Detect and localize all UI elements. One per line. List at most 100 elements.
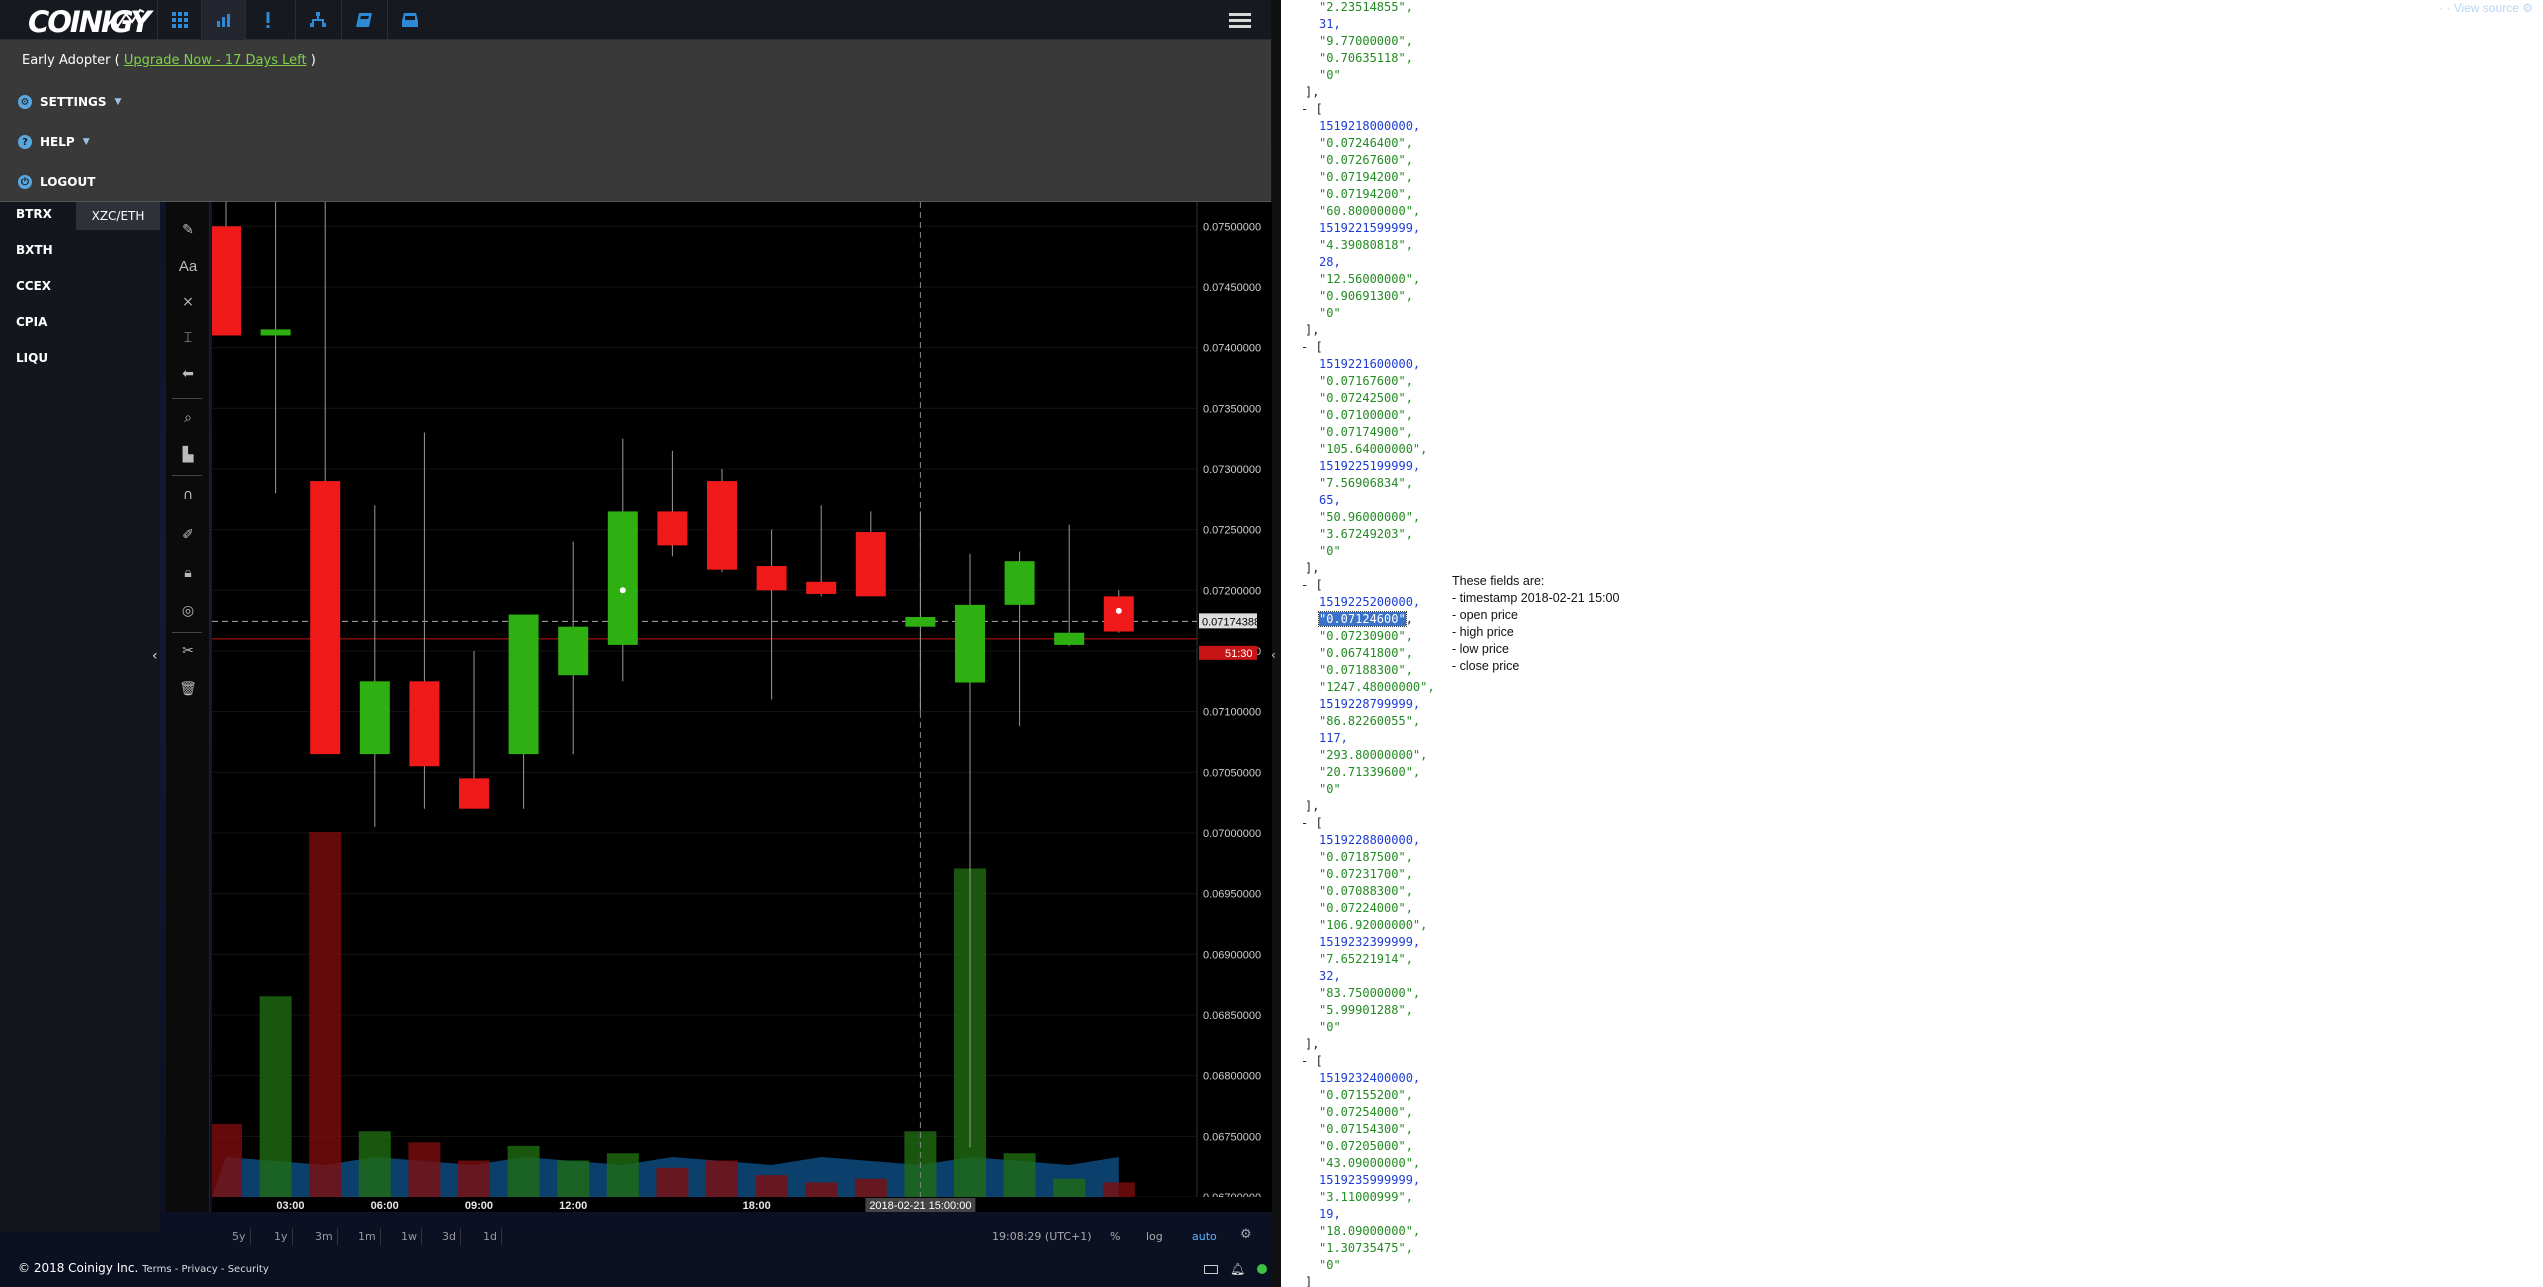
exchange-item[interactable]: BTRX	[16, 207, 52, 221]
privacy-link[interactable]: Privacy	[182, 1264, 218, 1275]
timeframe-1d[interactable]: 1d	[479, 1228, 502, 1245]
footer: © 2018 Coinigy Inc. Terms - Privacy - Se…	[18, 1261, 269, 1275]
settings-menu[interactable]: ⚙ SETTINGS ▼	[18, 95, 121, 109]
timeframe-3d[interactable]: 3d	[438, 1228, 461, 1245]
json-value: "0.07230900",	[1319, 629, 1413, 643]
zoom-icon[interactable]: ⌕	[166, 405, 210, 431]
json-value: 1519228800000,	[1319, 833, 1421, 847]
timeframe-1y[interactable]: 1y	[270, 1228, 293, 1245]
json-value: "0.70635118",	[1319, 51, 1413, 65]
settings-gear-icon[interactable]: ⚙	[1240, 1227, 1252, 1242]
json-array-open[interactable]: - [	[1301, 101, 1323, 118]
eye-icon[interactable]: ◎	[166, 598, 210, 624]
account-suffix: )	[310, 53, 316, 68]
candle-body	[459, 778, 489, 809]
view-source-link[interactable]: · · View source ⚙	[2439, 0, 2533, 17]
inbox-icon[interactable]	[387, 0, 431, 40]
back-arrow-icon[interactable]: ⬅	[166, 361, 210, 387]
view-source-label[interactable]: View source	[2454, 1, 2519, 15]
timeframe-1m[interactable]: 1m	[354, 1228, 381, 1245]
measure-tool-icon[interactable]: ⌶	[166, 325, 210, 351]
volume-bar	[606, 1153, 639, 1197]
keyboard-icon[interactable]	[1204, 1264, 1218, 1274]
json-value: "0.07187500",	[1319, 850, 1413, 864]
y-tick-label: 0.07250000	[1203, 525, 1261, 537]
json-array-open[interactable]: - [	[1301, 577, 1323, 594]
json-value: "5.99901288",	[1319, 1003, 1413, 1017]
candle-body	[1004, 561, 1035, 605]
timeframe-1w[interactable]: 1w	[397, 1228, 422, 1245]
json-value: 1519221599999,	[1319, 221, 1421, 235]
json-value: "0.07100000",	[1319, 408, 1413, 422]
lock-icon[interactable]: 🔒︎	[166, 560, 210, 586]
exchange-item[interactable]: CPIA	[16, 315, 47, 329]
json-value: "0.90691300",	[1319, 289, 1413, 303]
json-value: "20.71339600",	[1319, 765, 1421, 779]
candle-body	[359, 681, 390, 755]
y-tick-label: 0.06800000	[1203, 1071, 1261, 1083]
json-value: 117,	[1319, 731, 1348, 745]
json-array-open[interactable]: - [	[1301, 815, 1323, 832]
hamburger-menu-icon[interactable]	[1229, 10, 1251, 30]
tooltip-line: - open price	[1452, 608, 1519, 622]
candle-marker	[619, 587, 626, 594]
json-value: "0.07194200",	[1319, 170, 1413, 184]
text-tool-icon[interactable]: Aa	[166, 253, 210, 279]
terms-link[interactable]: Terms	[142, 1264, 171, 1275]
json-array-open[interactable]: - [	[1301, 1053, 1323, 1070]
selected-value[interactable]: "0.07124600"	[1318, 611, 1407, 627]
json-value: "0.07167600",	[1319, 374, 1413, 388]
toolbar-divider	[172, 475, 202, 476]
trash-icon[interactable]: 🗑︎	[166, 676, 210, 702]
json-value: "0.07267600",	[1319, 153, 1413, 167]
auto-toggle[interactable]: auto	[1192, 1230, 1217, 1243]
y-tick-label: 0.07000000	[1203, 828, 1261, 840]
timeframe-5y[interactable]: 5y	[228, 1228, 251, 1245]
json-value: 19,	[1319, 1207, 1341, 1221]
network-icon[interactable]	[295, 0, 339, 40]
json-value: "106.92000000",	[1319, 918, 1428, 932]
collapse-sidebar-icon[interactable]: ‹	[152, 648, 158, 664]
x-tick-label: 12:00	[559, 1200, 587, 1212]
grid-icon[interactable]	[157, 0, 201, 40]
pane-divider-arrow-icon[interactable]: ‹	[1271, 648, 1276, 662]
help-icon: ?	[18, 135, 32, 149]
json-array-open[interactable]: - [	[1301, 339, 1323, 356]
exchange-item[interactable]: BXTH	[16, 243, 53, 257]
log-toggle[interactable]: log	[1146, 1230, 1163, 1243]
timeframe-3m[interactable]: 3m	[311, 1228, 338, 1245]
candle-body	[260, 329, 291, 336]
help-menu[interactable]: ? HELP ▼	[18, 135, 90, 149]
field-tooltip: These fields are: - timestamp 2018-02-21…	[1452, 573, 1619, 675]
candle-body	[806, 581, 837, 594]
pencil-icon[interactable]: ✎	[166, 217, 210, 243]
candlestick-chart-svg: 0.07500000 0.07450000 0.07400000 0.07350000…	[212, 202, 1272, 1212]
pair-tab[interactable]: XZC/ETH	[76, 202, 160, 230]
json-value: 1519232399999,	[1319, 935, 1421, 949]
ruler-icon[interactable]: ▙	[166, 442, 210, 468]
book-icon[interactable]	[341, 0, 385, 40]
pencil-lock-icon[interactable]: ✐	[166, 522, 210, 548]
json-value: 1519225199999,	[1319, 459, 1421, 473]
upgrade-link[interactable]: Upgrade Now - 17 Days Left	[124, 53, 307, 68]
pane-divider[interactable]	[1272, 0, 1281, 1287]
alert-icon[interactable]	[245, 0, 289, 40]
pattern-tool-icon[interactable]: ⨯	[166, 289, 210, 315]
security-link[interactable]: Security	[228, 1264, 269, 1275]
percent-toggle[interactable]: %	[1110, 1230, 1120, 1243]
account-prefix: Early Adopter (	[22, 53, 120, 68]
exchange-item[interactable]: CCEX	[16, 279, 51, 293]
tools-icon[interactable]: ✂	[166, 638, 210, 664]
magnet-icon[interactable]: ∩	[166, 482, 210, 508]
account-status: Early Adopter ( Upgrade Now - 17 Days Le…	[22, 53, 316, 68]
exchange-item[interactable]: LIQU	[16, 351, 48, 365]
price-chart[interactable]: 0.07500000 0.07450000 0.07400000 0.07350000…	[212, 202, 1272, 1212]
bell-icon[interactable]: 🔔︎	[1230, 1262, 1245, 1276]
logout-label: LOGOUT	[40, 175, 96, 189]
chart-icon[interactable]	[201, 0, 245, 40]
json-value: "0.07254000",	[1319, 1105, 1413, 1119]
logout-menu[interactable]: ⏻ LOGOUT	[18, 175, 95, 189]
json-value: "0.07224000",	[1319, 901, 1413, 915]
volume-bar	[309, 832, 342, 1197]
candle-body	[855, 532, 886, 597]
